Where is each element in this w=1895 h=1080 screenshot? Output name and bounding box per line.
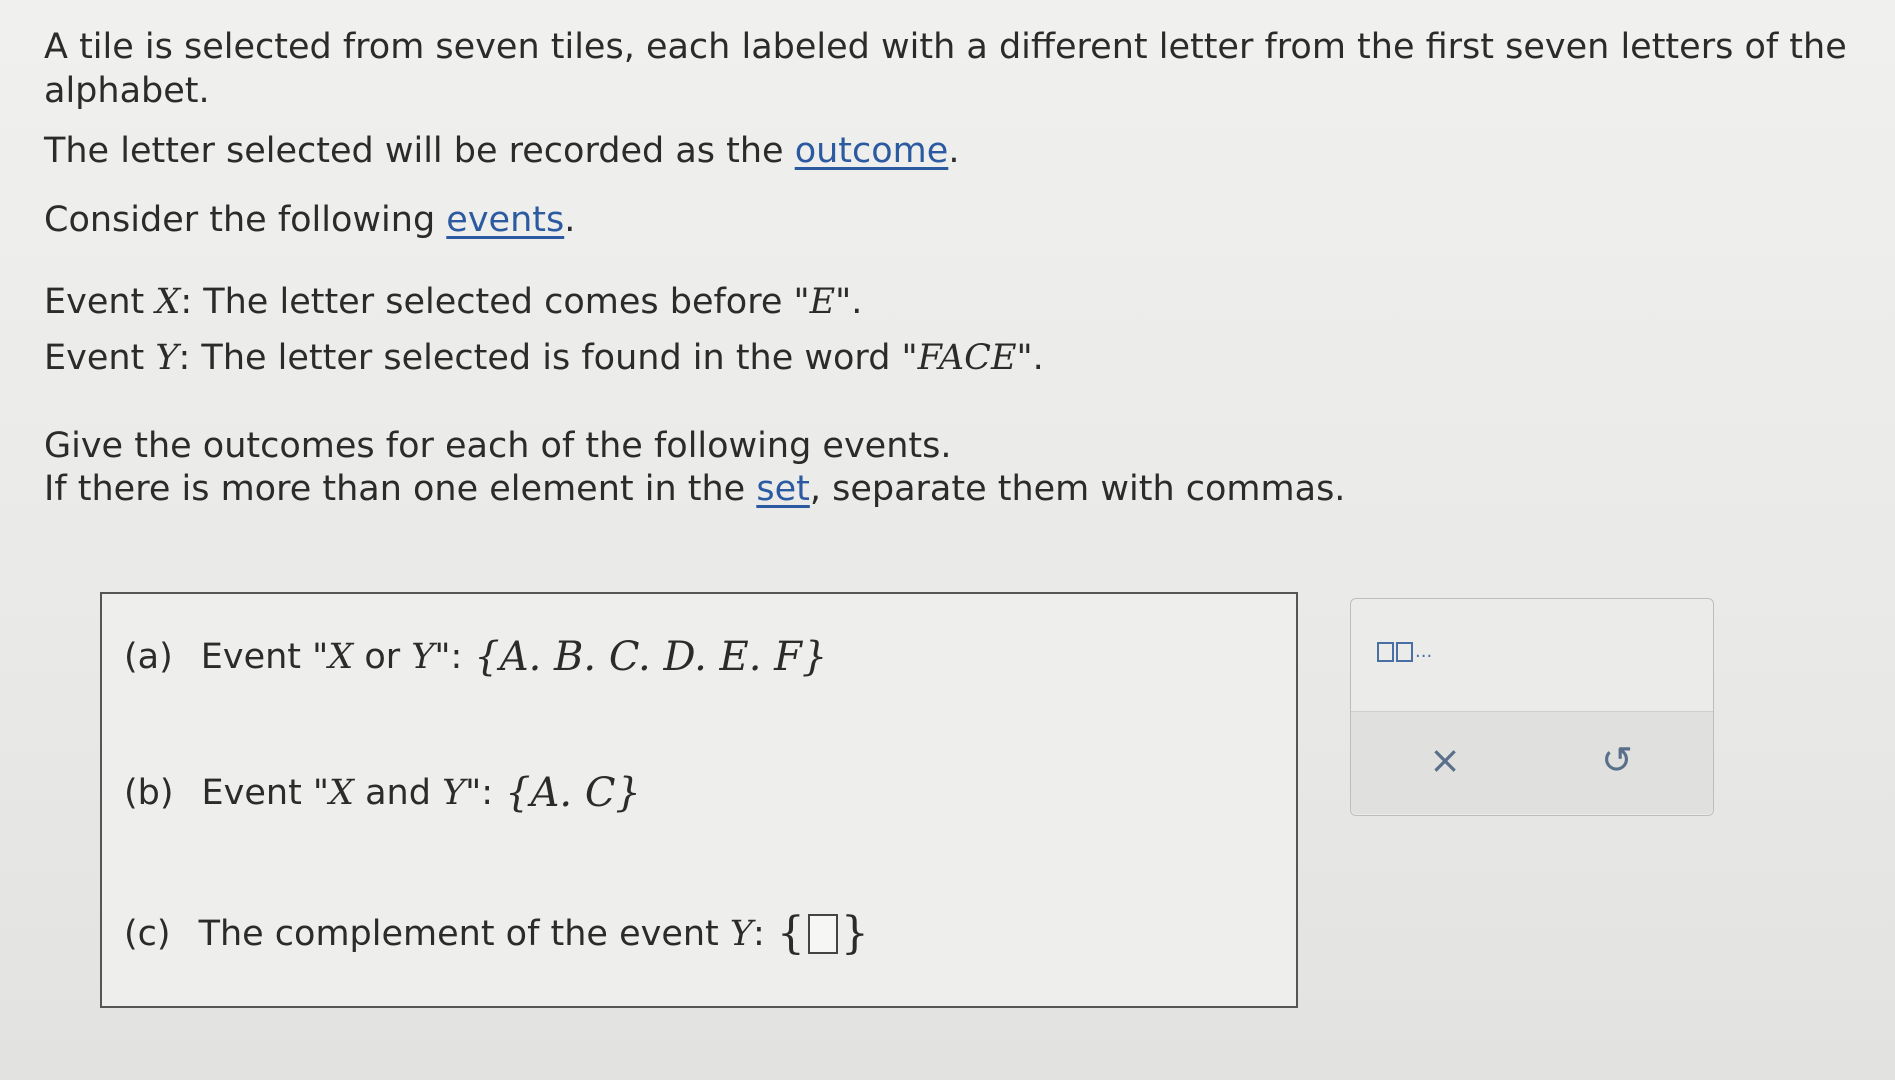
problem-prompt: A tile is selected from seven tiles, eac… xyxy=(44,26,1855,512)
toolbox-actions: × ↺ xyxy=(1351,711,1713,814)
part-c-letter: (c) xyxy=(124,913,171,954)
part-b-label: Event "X and Y": xyxy=(201,773,494,813)
outcome-link[interactable]: outcome xyxy=(795,131,949,171)
part-a-answer[interactable]: {A. B. C. D. E. F} xyxy=(474,634,827,680)
events-link[interactable]: events xyxy=(446,200,564,240)
clear-button[interactable]: × xyxy=(1415,730,1475,790)
part-a-letter: (a) xyxy=(124,637,173,677)
prompt-line-2: The letter selected will be recorded as … xyxy=(44,130,960,171)
ellipsis-text: ... xyxy=(1415,641,1433,662)
part-b: (b) Event "X and Y": {A. C} xyxy=(124,770,641,816)
page: A tile is selected from seven tiles, eac… xyxy=(0,0,1895,1080)
answer-box: (a) Event "X or Y": {A. B. C. D. E. F} (… xyxy=(100,592,1298,1008)
close-icon: × xyxy=(1429,738,1461,782)
part-c-label: The complement of the event Y: xyxy=(198,913,765,954)
prompt-line-3: Consider the following events. xyxy=(44,200,576,241)
undo-button[interactable]: ↺ xyxy=(1587,730,1647,790)
event-y-definition: Event Y: The letter selected is found in… xyxy=(44,337,1044,378)
part-b-letter: (b) xyxy=(124,773,174,813)
prompt-line-1: A tile is selected from seven tiles, eac… xyxy=(44,27,1847,111)
set-link[interactable]: set xyxy=(756,469,810,509)
math-toolbox: ... × ↺ xyxy=(1350,598,1714,816)
empty-input-slot[interactable] xyxy=(807,913,838,954)
part-c: (c) The complement of the event Y: { } xyxy=(124,908,869,959)
undo-icon: ↺ xyxy=(1601,738,1633,782)
set-elements-tool-button[interactable]: ... xyxy=(1377,641,1432,662)
slot-icon xyxy=(1396,641,1413,662)
part-c-answer-input[interactable]: { } xyxy=(777,908,869,959)
instruction-line-2: If there is more than one element in the… xyxy=(44,469,1346,510)
part-a: (a) Event "X or Y": {A. B. C. D. E. F} xyxy=(124,634,827,680)
event-x-definition: Event X: The letter selected comes befor… xyxy=(44,282,863,322)
part-a-label: Event "X or Y": xyxy=(200,637,463,677)
part-b-answer[interactable]: {A. C} xyxy=(505,770,641,816)
slot-icon xyxy=(1377,641,1394,662)
instruction-line-1: Give the outcomes for each of the follow… xyxy=(44,425,952,466)
